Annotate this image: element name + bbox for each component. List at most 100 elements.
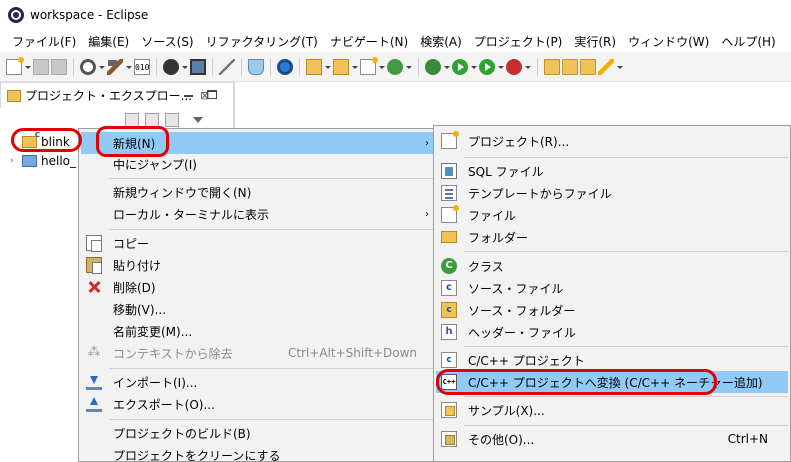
project-folder-icon: [22, 155, 37, 167]
maximize-icon[interactable]: [207, 90, 217, 99]
new-class-dropdown-icon[interactable]: [405, 59, 412, 75]
menu-item-export[interactable]: エクスポート(O)...: [81, 393, 437, 415]
new-source-file-dropdown-icon[interactable]: [378, 59, 385, 75]
new-source-file-icon[interactable]: [360, 56, 378, 75]
link-with-editor-icon[interactable]: [145, 113, 159, 127]
menu-item-label: 貼り付け: [113, 258, 162, 273]
minimize-icon[interactable]: [184, 95, 193, 97]
external-tools-icon[interactable]: [506, 58, 522, 75]
new-source-folder-icon[interactable]: [333, 58, 349, 75]
new-dropdown-icon[interactable]: [24, 59, 31, 75]
pin-icon[interactable]: [219, 58, 235, 75]
project-explorer-tab[interactable]: プロジェクト・エクスプロー... ⊠: [0, 82, 234, 108]
menu-item-show-in-terminal[interactable]: ローカル・ターミナルに表示 ›: [81, 203, 437, 225]
export-icon: [86, 396, 102, 412]
menu-item-shortcut: Ctrl+Alt+Shift+Down: [287, 346, 417, 360]
test-icon[interactable]: [248, 58, 264, 75]
menu-navigate[interactable]: ナビゲート(N): [324, 33, 414, 50]
menu-item-import[interactable]: インポート(I)...: [81, 371, 437, 393]
menu-item-rename[interactable]: 名前変更(M)...: [81, 320, 437, 342]
submenu-item-convert-to-c-cpp[interactable]: C++ C/C++ プロジェクトへ変換 (C/C++ ネーチャー追加): [436, 371, 788, 393]
build-hammer-icon[interactable]: [107, 58, 123, 75]
submenu-item-other[interactable]: その他(O)... Ctrl+N: [436, 428, 788, 450]
menu-item-clean-project[interactable]: プロジェクトをクリーンにする: [81, 444, 437, 462]
tree-item-hello[interactable]: › hello_: [10, 151, 76, 171]
menu-source[interactable]: ソース(S): [135, 33, 199, 50]
menu-item-delete[interactable]: 削除(D): [81, 276, 437, 298]
menu-item-move[interactable]: 移動(V)...: [81, 298, 437, 320]
new-c-project-dropdown-icon[interactable]: [324, 59, 331, 75]
new-c-project-icon[interactable]: [306, 58, 322, 75]
save-icon[interactable]: [33, 58, 49, 75]
debug-dropdown-icon[interactable]: [443, 59, 450, 75]
menu-item-new[interactable]: 新規(N) ›: [81, 132, 437, 154]
menu-project[interactable]: プロジェクト(P): [468, 33, 569, 50]
submenu-item-example[interactable]: サンプル(X)...: [436, 399, 788, 421]
menu-window[interactable]: ウィンドウ(W): [622, 33, 715, 50]
expand-arrow-icon[interactable]: ›: [10, 156, 22, 166]
menu-item-label: SQL ファイル: [468, 164, 544, 179]
submenu-item-file-from-template[interactable]: テンプレートからファイル: [436, 182, 788, 204]
profile-dropdown-icon[interactable]: [181, 59, 188, 75]
submenu-item-header-file[interactable]: h ヘッダー・ファイル: [436, 321, 788, 343]
menu-item-paste[interactable]: 貼り付け: [81, 254, 437, 276]
external-tools-dropdown-icon[interactable]: [524, 59, 531, 75]
menu-item-label: C/C++ プロジェクトへ変換 (C/C++ ネーチャー追加): [468, 375, 763, 390]
profile-icon[interactable]: [163, 58, 179, 75]
window-title: workspace - Eclipse: [30, 8, 149, 22]
edit-pencil-icon[interactable]: [598, 58, 614, 75]
menu-item-build-project[interactable]: プロジェクトのビルド(B): [81, 422, 437, 444]
open-project-icon[interactable]: [562, 58, 578, 75]
menu-separator: [109, 229, 437, 230]
save-all-icon[interactable]: [51, 58, 67, 75]
filter-icon[interactable]: [165, 113, 179, 127]
menu-item-label: C/C++ プロジェクト: [468, 353, 585, 368]
menu-item-go-into[interactable]: 中にジャンプ(I): [81, 153, 437, 175]
submenu-item-project[interactable]: プロジェクト(R)...: [436, 130, 788, 152]
debug-icon[interactable]: [425, 58, 441, 75]
submenu-item-c-cpp-project[interactable]: c C/C++ プロジェクト: [436, 349, 788, 371]
expand-arrow-icon[interactable]: ›: [10, 137, 22, 147]
build-dropdown-icon[interactable]: [125, 59, 132, 75]
open-resource-icon[interactable]: [580, 58, 596, 75]
submenu-item-sql-file[interactable]: SQL ファイル: [436, 160, 788, 182]
submenu-item-file[interactable]: ファイル: [436, 204, 788, 226]
binary-icon[interactable]: 010: [134, 58, 150, 75]
build-settings-icon[interactable]: [80, 58, 96, 75]
menu-item-label: 中にジャンプ(I): [113, 157, 197, 172]
menu-item-label: ソース・ファイル: [468, 281, 564, 296]
new-source-folder-dropdown-icon[interactable]: [351, 59, 358, 75]
submenu-item-source-file[interactable]: c ソース・ファイル: [436, 277, 788, 299]
menu-file[interactable]: ファイル(F): [6, 33, 82, 50]
file-icon: [441, 205, 459, 223]
settings-gear-icon[interactable]: [277, 58, 293, 75]
menu-item-open-new-window[interactable]: 新規ウィンドウで開く(N): [81, 181, 437, 203]
menu-refactor[interactable]: リファクタリング(T): [200, 33, 324, 50]
collapse-all-icon[interactable]: [125, 113, 139, 127]
new-icon[interactable]: [6, 56, 24, 75]
new-class-icon[interactable]: [387, 58, 403, 75]
menu-edit[interactable]: 編集(E): [82, 33, 135, 50]
build-settings-dropdown-icon[interactable]: [98, 59, 105, 75]
menu-item-copy[interactable]: コピー: [81, 232, 437, 254]
submenu-item-source-folder[interactable]: c ソース・フォルダー: [436, 299, 788, 321]
menu-run[interactable]: 実行(R): [568, 33, 622, 50]
copy-icon: [86, 235, 102, 252]
edit-dropdown-icon[interactable]: [616, 59, 623, 75]
tree-item-blink[interactable]: › blink: [10, 131, 70, 152]
menu-help[interactable]: ヘルプ(H): [715, 33, 781, 50]
run-icon[interactable]: [452, 58, 468, 75]
view-menu-icon[interactable]: [193, 117, 203, 123]
submenu-arrow-icon: ›: [425, 137, 429, 149]
run-dropdown-icon[interactable]: [470, 59, 477, 75]
run-config-dropdown-icon[interactable]: [497, 59, 504, 75]
submenu-item-class[interactable]: C クラス: [436, 255, 788, 277]
submenu-item-folder[interactable]: フォルダー: [436, 226, 788, 248]
menu-item-label: クラス: [468, 259, 504, 274]
run-config-icon[interactable]: [479, 58, 495, 75]
terminal-icon[interactable]: [190, 58, 206, 75]
menu-item-label: プロジェクト(R)...: [468, 134, 570, 149]
menu-search[interactable]: 検索(A): [414, 33, 468, 50]
toolbar-separator: [270, 57, 271, 76]
open-folder-icon[interactable]: [544, 58, 560, 75]
